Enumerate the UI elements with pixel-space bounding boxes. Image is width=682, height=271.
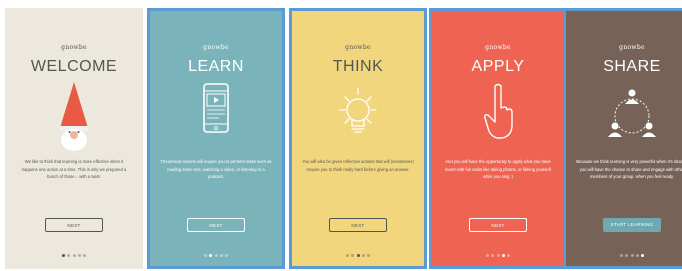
screen-description: And you will have the opportunity to app… [445, 159, 551, 179]
phone-icon [147, 80, 285, 152]
lightbulb-icon [289, 80, 427, 152]
screen-think: gnowbe THINK You will also be given refl… [289, 8, 427, 269]
page-dot[interactable] [214, 254, 218, 257]
next-button[interactable]: NEXT [187, 218, 245, 232]
page-dot[interactable] [625, 254, 629, 257]
page-dot[interactable] [630, 254, 634, 257]
screen-description: Because we think learning is very powerf… [576, 159, 682, 179]
page-dot[interactable] [203, 254, 207, 257]
brand-logo: gnowbe [619, 44, 645, 51]
page-dot[interactable] [356, 254, 360, 257]
screen-description: Theoretical actions will require you to … [160, 159, 272, 179]
brand-logo: gnowbe [485, 44, 511, 51]
screen-description: We like to think that learning is more e… [21, 159, 127, 179]
next-button[interactable]: NEXT [469, 218, 527, 232]
page-dot[interactable] [485, 254, 489, 257]
page-dot[interactable] [77, 254, 81, 257]
share-people-icon [563, 80, 682, 152]
screen-title: LEARN [188, 58, 244, 75]
page-dot[interactable] [83, 254, 87, 257]
next-button[interactable]: NEXT [45, 218, 103, 232]
page-dot[interactable] [351, 254, 355, 257]
page-dot[interactable] [635, 254, 639, 257]
page-dot[interactable] [72, 254, 76, 257]
pagination-dots [429, 254, 567, 257]
screen-title: WELCOME [30, 58, 118, 75]
page-dot[interactable] [361, 254, 365, 257]
screen-description: You will also be given reflective action… [302, 159, 414, 172]
page-dot[interactable] [491, 254, 495, 257]
page-dot[interactable] [61, 254, 65, 257]
pointing-hand-icon [429, 80, 567, 152]
screen-apply: gnowbe APPLY And you will have the oppor… [429, 8, 567, 269]
page-dot[interactable] [225, 254, 229, 257]
page-dot[interactable] [367, 254, 371, 257]
screen-title: SHARE [603, 58, 661, 75]
gnome-icon [5, 80, 143, 152]
pagination-dots [289, 254, 427, 257]
screen-title: THINK [332, 58, 384, 75]
screen-welcome: gnowbe WELCOME We like to think that lea… [5, 8, 143, 269]
page-dot[interactable] [67, 254, 71, 257]
pagination-dots [563, 254, 682, 257]
page-dot[interactable] [501, 254, 505, 257]
brand-logo: gnowbe [345, 44, 371, 51]
screen-share: gnowbe SHARE Because we think learning i… [563, 8, 682, 269]
brand-logo: gnowbe [61, 44, 87, 51]
pagination-dots [147, 254, 285, 257]
page-dot[interactable] [209, 254, 213, 257]
next-button[interactable]: NEXT [329, 218, 387, 232]
page-dot[interactable] [619, 254, 623, 257]
brand-logo: gnowbe [203, 44, 229, 51]
screen-title: APPLY [471, 58, 525, 75]
screen-learn: gnowbe LEARN Theoretical actions will re… [147, 8, 285, 269]
page-dot[interactable] [507, 254, 511, 257]
pagination-dots [5, 254, 143, 257]
page-dot[interactable] [345, 254, 349, 257]
page-dot[interactable] [641, 254, 645, 257]
page-dot[interactable] [219, 254, 223, 257]
page-dot[interactable] [496, 254, 500, 257]
start-learning-button[interactable]: START LEARNING [603, 218, 661, 232]
